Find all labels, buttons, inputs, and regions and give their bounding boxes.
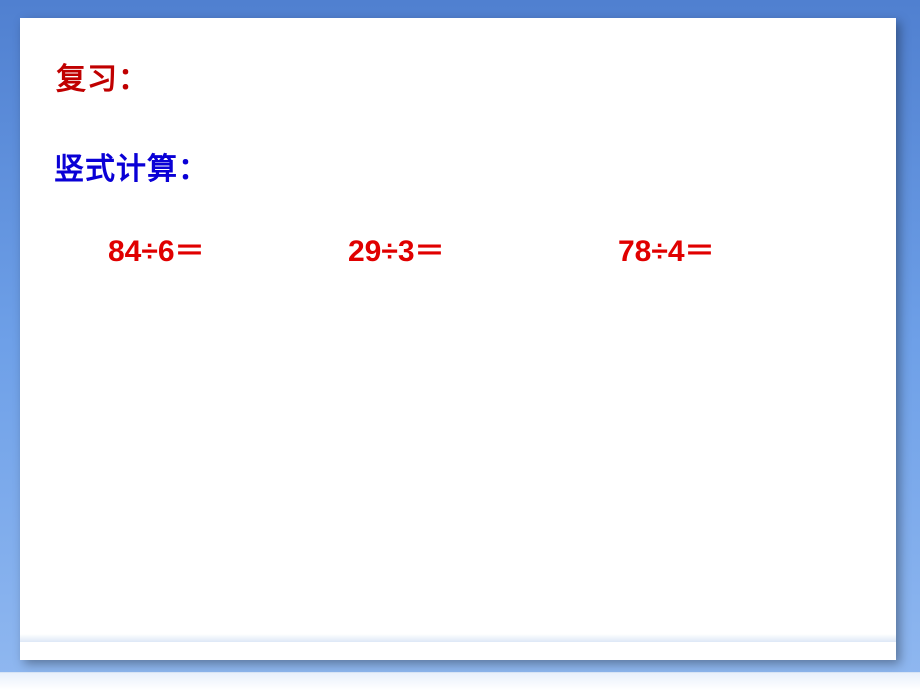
equation-3: 78÷4＝ [618, 226, 828, 270]
review-title: 复习： [56, 54, 149, 98]
bottom-gradient-highlight [20, 634, 896, 642]
equations-row: 84÷6＝ 29÷3＝ 78÷4＝ [108, 226, 828, 270]
equation-1: 84÷6＝ [108, 226, 348, 270]
slide-content: 复习： 竖式计算： 84÷6＝ 29÷3＝ 78÷4＝ [20, 18, 896, 660]
vertical-calc-subtitle: 竖式计算： [54, 144, 209, 188]
bottom-decorative-band [0, 672, 920, 690]
equation-2: 29÷3＝ [348, 226, 618, 270]
